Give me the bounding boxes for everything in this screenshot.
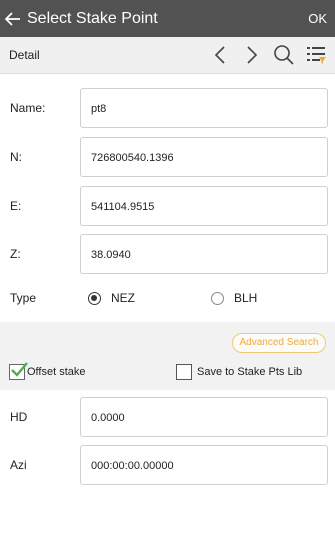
hd-field[interactable]: 0.0000 — [80, 397, 328, 437]
search-icon[interactable] — [272, 43, 296, 67]
back-arrow-icon[interactable] — [2, 0, 24, 37]
e-row: E: 541104.9515 — [0, 186, 335, 226]
hd-label: HD — [10, 410, 28, 424]
offset-stake-checkbox[interactable]: Offset stake — [9, 362, 86, 380]
azi-row: Azi 000:00:00.00000 — [0, 445, 335, 485]
chevron-right-icon[interactable] — [240, 43, 264, 67]
type-row: Type NEZ BLH — [0, 288, 335, 308]
radio-blh[interactable]: BLH — [211, 291, 257, 305]
page-title: Select Stake Point — [27, 9, 158, 27]
hd-row: HD 0.0000 — [0, 397, 335, 437]
app-bar: Select Stake Point OK — [0, 0, 335, 37]
n-label: N: — [10, 150, 22, 164]
save-to-lib-checkbox[interactable]: Save to Stake Pts Lib — [176, 364, 302, 380]
radio-blh-label: BLH — [234, 291, 258, 305]
detail-label: Detail — [9, 48, 40, 62]
azi-field[interactable]: 000:00:00.00000 — [80, 445, 328, 485]
name-row: Name: pt8 — [0, 88, 335, 128]
name-label: Name: — [10, 101, 46, 115]
n-row: N: 726800540.1396 — [0, 137, 335, 177]
radio-selected-icon — [88, 291, 101, 305]
detail-toolbar: Detail — [0, 37, 335, 74]
z-field[interactable]: 38.0940 — [80, 234, 328, 274]
e-field[interactable]: 541104.9515 — [80, 186, 328, 226]
azi-label: Azi — [10, 458, 27, 472]
offset-stake-label: Offset stake — [27, 366, 86, 378]
chevron-left-icon[interactable] — [208, 43, 232, 67]
e-label: E: — [10, 199, 22, 213]
radio-nez[interactable]: NEZ — [88, 291, 135, 305]
type-label: Type — [10, 291, 37, 305]
checkbox-empty-icon — [176, 364, 192, 380]
options-panel: Advanced Search Offset stake Save to Sta… — [0, 322, 335, 390]
n-field[interactable]: 726800540.1396 — [80, 137, 328, 177]
radio-unselected-icon — [211, 291, 224, 305]
ok-button[interactable]: OK — [308, 11, 327, 26]
radio-nez-label: NEZ — [111, 291, 135, 305]
name-field[interactable]: pt8 — [80, 88, 328, 128]
advanced-search-button[interactable]: Advanced Search — [232, 333, 326, 353]
z-row: Z: 38.0940 — [0, 234, 335, 274]
save-to-lib-label: Save to Stake Pts Lib — [197, 366, 303, 378]
checkmark-icon — [9, 362, 28, 380]
list-filter-icon[interactable] — [304, 43, 328, 67]
offset-form: HD 0.0000 Azi 000:00:00.00000 — [0, 390, 335, 536]
point-form: Name: pt8 N: 726800540.1396 E: 541104.95… — [0, 74, 335, 322]
z-label: Z: — [10, 247, 21, 261]
